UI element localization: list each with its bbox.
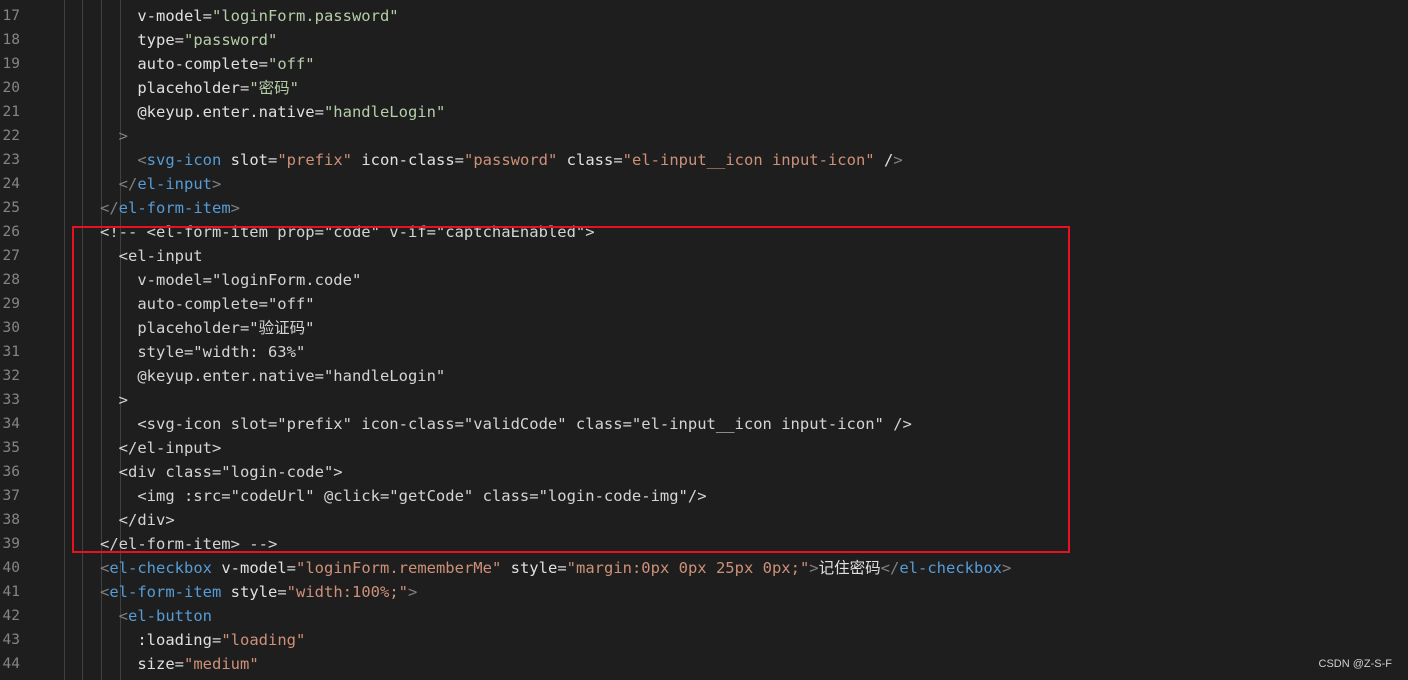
line-number: 22 — [2, 128, 20, 144]
line-code: <el-form-item style="width:100%;"> — [100, 583, 418, 601]
line-number: 34 — [2, 416, 20, 432]
line-number: 21 — [2, 104, 20, 120]
line-code: type="password" — [44, 31, 278, 49]
line-number: 30 — [2, 320, 20, 336]
line-code: <el-checkbox v-model="loginForm.remember… — [100, 559, 1012, 577]
code-editor[interactable]: 17 v-model="loginForm.password" 18 type="… — [0, 0, 1408, 680]
line-number: 25 — [2, 200, 20, 216]
line-number: 28 — [2, 272, 20, 288]
line-number: 43 — [2, 632, 20, 648]
line-code: <el-button — [118, 607, 212, 625]
line-number: 26 — [2, 224, 20, 240]
line-number: 44 — [2, 656, 20, 672]
highlight-annotation-box — [72, 226, 1070, 553]
line-number: 27 — [2, 248, 20, 264]
line-code: <svg-icon slot="prefix" icon-class="pass… — [137, 151, 903, 169]
watermark: CSDN @Z-S-F — [1318, 658, 1393, 670]
line-number: 29 — [2, 296, 20, 312]
line-code: placeholder="密码" — [44, 79, 299, 97]
line-code: </el-input> — [118, 175, 222, 193]
line-number: 40 — [2, 560, 20, 576]
line-code: size="medium" — [44, 655, 259, 673]
line-number: 23 — [2, 152, 20, 168]
line-number: 35 — [2, 440, 20, 456]
line-code: @keyup.enter.native="handleLogin" — [44, 103, 446, 121]
line-number: 36 — [2, 464, 20, 480]
line-number: 38 — [2, 512, 20, 528]
line-code: :loading="loading" — [44, 631, 306, 649]
line-number: 19 — [2, 56, 20, 72]
line-number: 39 — [2, 536, 20, 552]
line-number: 33 — [2, 392, 20, 408]
line-code: v-model="loginForm.password" — [44, 7, 399, 25]
line-number: 37 — [2, 488, 20, 504]
line-number: 20 — [2, 80, 20, 96]
line-code: </el-form-item> — [100, 199, 240, 217]
line-number: 18 — [2, 32, 20, 48]
line-number: 17 — [2, 8, 20, 24]
line-number: 41 — [2, 584, 20, 600]
line-number: 32 — [2, 368, 20, 384]
line-number: 24 — [2, 176, 20, 192]
line-code: > — [118, 127, 128, 145]
line-number: 42 — [2, 608, 20, 624]
line-code: auto-complete="off" — [44, 55, 315, 73]
line-number: 31 — [2, 344, 20, 360]
